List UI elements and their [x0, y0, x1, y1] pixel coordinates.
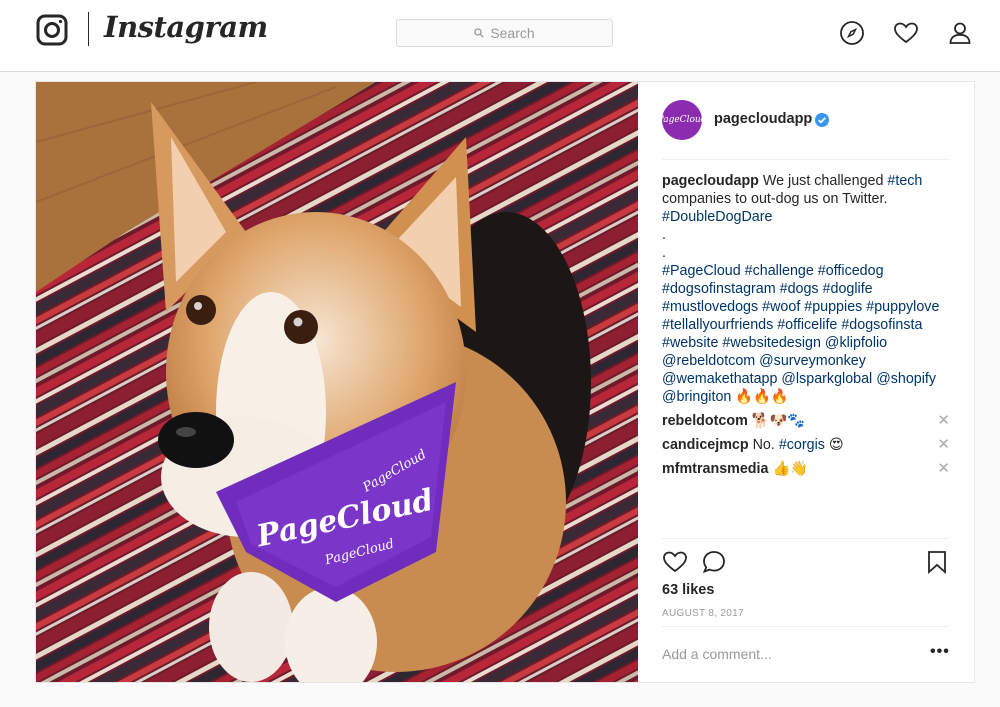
- hashtag-link[interactable]: #corgis: [779, 437, 825, 453]
- search-icon: [474, 28, 484, 38]
- comment-text: 🐕🐶🐾: [747, 413, 806, 429]
- compass-icon[interactable]: [839, 20, 865, 46]
- hashtag-link[interactable]: #tech: [887, 173, 922, 189]
- comment-item: mfmtransmedia 👍👋 ✕: [662, 460, 950, 478]
- post-header: PageCloud pagecloudapp: [658, 100, 950, 160]
- verified-badge-icon: [815, 113, 829, 127]
- delete-comment-icon[interactable]: ✕: [937, 412, 950, 430]
- comments-list: pagecloudapp We just challenged #tech co…: [662, 172, 950, 478]
- comment-author[interactable]: mfmtransmedia: [662, 461, 768, 477]
- bookmark-icon[interactable]: [924, 549, 950, 575]
- caption-text: We just challenged: [758, 173, 888, 189]
- comment-text: 👍👋: [768, 461, 809, 477]
- corgi-photo-illustration: PageCloud PageCloud PageCloud: [36, 82, 638, 682]
- comment-divider: [662, 626, 950, 627]
- hashtag-link[interactable]: #DoubleDogDare: [662, 209, 772, 225]
- actions-divider: [662, 538, 950, 539]
- hashtag-block[interactable]: #PageCloud #challenge #officedog #dogsof…: [662, 263, 939, 405]
- instagram-wordmark[interactable]: Instagram: [104, 10, 268, 44]
- like-heart-icon[interactable]: [662, 549, 688, 575]
- comment-text: 😍: [824, 437, 844, 453]
- logo-divider: [88, 12, 89, 46]
- caption-author[interactable]: pagecloudapp: [662, 173, 759, 189]
- comment-bubble-icon[interactable]: [701, 549, 727, 575]
- heart-icon[interactable]: [893, 20, 919, 46]
- likes-count[interactable]: 63 likes: [662, 582, 714, 598]
- delete-comment-icon[interactable]: ✕: [937, 436, 950, 454]
- comment-item: rebeldotcom 🐕🐶🐾 ✕: [662, 412, 950, 430]
- more-options-icon[interactable]: •••: [930, 643, 950, 661]
- caption-text: companies to out-dog us on Twitter.: [662, 191, 888, 207]
- caption-dot: .: [662, 245, 666, 261]
- add-comment-input[interactable]: Add a comment...: [662, 646, 772, 662]
- comment-item: candicejmcp No. #corgis 😍 ✕: [662, 436, 950, 454]
- post-date[interactable]: AUGUST 8, 2017: [662, 608, 744, 619]
- profile-icon[interactable]: [947, 20, 973, 46]
- avatar[interactable]: PageCloud: [658, 100, 706, 140]
- caption-dot: .: [662, 227, 666, 243]
- delete-comment-icon[interactable]: ✕: [937, 460, 950, 478]
- instagram-logo-icon[interactable]: [36, 14, 68, 46]
- avatar-text: PageCloud: [657, 115, 707, 125]
- post-card: PageCloud PageCloud PageCloud PageCloud …: [35, 81, 975, 683]
- comment-text: No.: [748, 437, 779, 453]
- post-author-username[interactable]: pagecloudapp: [714, 111, 812, 127]
- post-side-panel: PageCloud pagecloudapp pagecloudapp We j…: [638, 82, 974, 682]
- post-caption: pagecloudapp We just challenged #tech co…: [662, 172, 950, 406]
- caption-emoji: 🔥🔥🔥: [731, 389, 789, 405]
- search-input[interactable]: Search: [396, 19, 613, 47]
- comment-author[interactable]: rebeldotcom: [662, 413, 748, 429]
- search-placeholder: Search: [490, 25, 535, 41]
- top-navigation-bar: Instagram Search: [0, 0, 1000, 72]
- post-photo[interactable]: PageCloud PageCloud PageCloud: [36, 82, 638, 682]
- comment-author[interactable]: candicejmcp: [662, 437, 749, 453]
